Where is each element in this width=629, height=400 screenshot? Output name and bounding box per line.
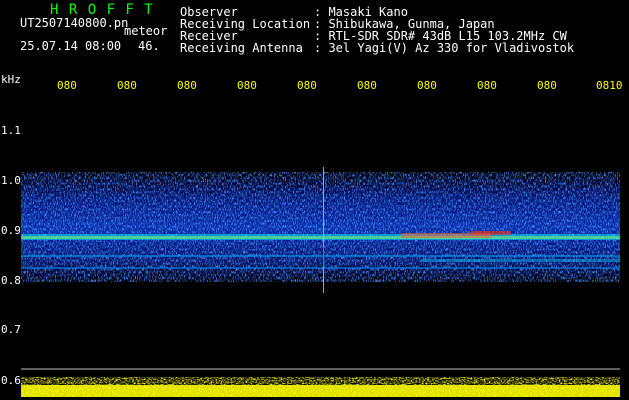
x-tick-label: 080 [177,79,197,92]
signal-level-bar [21,377,620,397]
info-label-antenna: Receiving Antenna [180,41,303,55]
x-tick-label: 080 [117,79,137,92]
x-tick-label: 080 [417,79,437,92]
brand-title: H R O F F T [50,2,154,18]
meteor-count: 46. [138,39,160,53]
x-tick-label: 080 [237,79,257,92]
y-axis-unit: kHz [1,73,21,86]
date-time: 25.07.14 08:00 [20,39,122,53]
x-tick-label: 080 [297,79,317,92]
x-tick-label: 080 [477,79,497,92]
noise-background [21,172,620,282]
meteor-echo [323,167,324,293]
x-tick-label: 080 [57,79,77,92]
y-tick-label: 1.1 [1,124,21,137]
y-tick-label: 1.0 [1,174,21,187]
y-tick-label: 0.6 [1,374,21,387]
spectrogram-plot [21,167,620,397]
y-tick-label: 0.9 [1,224,21,237]
y-tick-label: 0.8 [1,274,21,287]
x-tick-label: 0810 [596,79,623,92]
info-value-antenna: : 3el Yagi(V) Az 330 for Vladivostok [314,41,575,55]
y-tick-label: 0.7 [1,323,21,336]
x-tick-label: 080 [537,79,557,92]
x-tick-label: 080 [357,79,377,92]
file-name: UT2507140800.pn [20,16,129,30]
observation-type: meteor [124,24,168,38]
